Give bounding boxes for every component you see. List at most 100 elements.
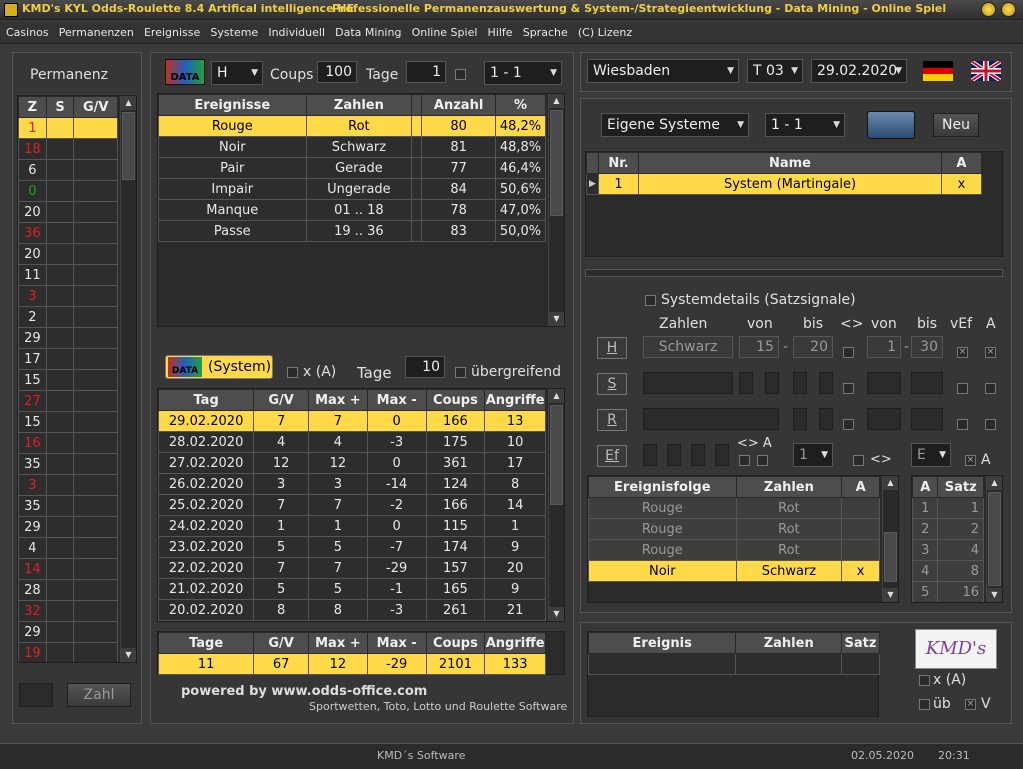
satz-row[interactable]: 34 [912,539,984,561]
col-coups[interactable]: Coups [425,389,486,411]
menu-lizenz[interactable]: (C) Lizenz [578,26,632,39]
day-row[interactable]: 20.02.2020 8 8 -3 261 21 [158,599,546,621]
s-vef-checkbox[interactable] [957,383,968,394]
ereignisfolge-row[interactable]: Rouge Rot [588,497,880,519]
menu-hilfe[interactable]: Hilfe [488,26,513,39]
permanenz-row[interactable]: 1 [18,117,118,139]
xa-checkbox[interactable] [919,675,930,686]
r-von[interactable] [793,408,807,430]
ef-input-3[interactable] [691,444,705,466]
permanenz-row[interactable]: 16 [18,432,118,454]
system-row[interactable]: ▶ 1 System (Martingale) x [585,173,983,195]
scroll-down-icon[interactable]: ▼ [121,648,136,662]
new-button[interactable]: Neu [933,113,979,137]
h-a-checkbox[interactable]: × [985,347,996,358]
uebergreifend-checkbox[interactable] [455,367,466,378]
permanenz-row[interactable]: 6 [18,159,118,181]
menu-permanenzen[interactable]: Permanenzen [59,26,134,39]
col-a[interactable]: A [940,152,983,174]
s-von-b[interactable] [793,372,807,394]
permanenz-row[interactable]: 36 [18,222,118,244]
event-row[interactable]: Passe 19 .. 36 83 50,0% [158,220,546,242]
permanenz-row[interactable]: 29 [18,516,118,538]
scroll-down-icon[interactable]: ▼ [987,588,1002,602]
satz-row[interactable]: 22 [912,518,984,540]
scroll-up-icon[interactable]: ▲ [549,94,564,108]
tage-checkbox[interactable] [455,69,466,80]
permanenz-row[interactable]: 15 [18,369,118,391]
permanenz-row[interactable]: 11 [18,264,118,286]
ef-e-dropdown[interactable]: E ▼ [911,443,951,467]
menu-sprache[interactable]: Sprache [523,26,568,39]
r-bis[interactable] [819,408,833,430]
scroll-up-icon[interactable]: ▲ [883,476,898,490]
day-row[interactable]: 23.02.2020 5 5 -7 174 9 [158,536,546,558]
table-dropdown[interactable]: T 03 ▼ [747,59,803,83]
minimize-button[interactable] [981,2,996,17]
scroll-up-icon[interactable]: ▲ [987,476,1002,490]
coups-input[interactable]: 100 [317,61,357,83]
ef-neq-checkbox[interactable] [739,455,750,466]
s-a-checkbox[interactable] [985,383,996,394]
h-von2[interactable]: 1 [867,336,901,358]
scroll-up-icon[interactable]: ▲ [121,96,136,110]
h-bis2[interactable]: 30 [911,336,943,358]
zahl-button[interactable]: Zahl [67,683,131,707]
permanenz-row[interactable]: 3 [18,474,118,496]
v-checkbox[interactable]: × [965,699,976,710]
system-button[interactable]: DATA (System) [165,355,273,379]
ef-input-1[interactable] [643,444,657,466]
s-neq-checkbox[interactable] [843,383,854,394]
col-gv[interactable]: G/V [253,389,309,411]
ereignisfolge-scrollbar[interactable]: ▲ ▼ [882,476,898,602]
col-zahlen[interactable]: Zahlen [735,476,843,498]
s-bis-b[interactable] [819,372,833,394]
s-von2[interactable] [867,372,901,394]
col-a[interactable]: A [841,476,880,498]
ereignisfolge-row[interactable]: Rouge Rot [588,518,880,540]
permanenz-row[interactable]: 29 [18,327,118,349]
s-button[interactable]: S [597,373,627,395]
s-bis2[interactable] [911,372,943,394]
col-angriffe[interactable]: Angriffe [484,389,546,411]
col-ereignis[interactable]: Ereignis [587,632,737,654]
permanenz-row[interactable]: 32 [18,600,118,622]
col-anzahl[interactable]: Anzahl [421,94,497,116]
scroll-thumb[interactable] [550,110,563,216]
col-zahlen[interactable]: Zahlen [305,94,413,116]
permanenz-row[interactable]: 4 [18,537,118,559]
powered-by[interactable]: powered by www.odds-office.com [181,684,427,699]
ueb-checkbox[interactable] [919,699,930,710]
ef-a2-checkbox[interactable]: × [965,455,976,466]
scroll-down-icon[interactable]: ▼ [549,607,564,621]
permanenz-row[interactable]: 14 [18,558,118,580]
tage-input[interactable]: 10 [405,356,445,378]
col-satz[interactable]: Satz [937,476,984,498]
col-name[interactable]: Name [638,152,942,174]
mode-dropdown[interactable]: H ▼ [211,61,263,85]
permanenz-scrollbar[interactable]: ▲ ▼ [120,96,136,662]
day-row[interactable]: 26.02.2020 3 3 -14 124 8 [158,473,546,495]
permanenz-row[interactable]: 17 [18,348,118,370]
r-zahlen[interactable] [643,408,779,430]
scroll-thumb[interactable] [550,405,563,505]
ef-button[interactable]: Ef [597,445,627,467]
tage-input[interactable]: 1 [406,61,446,83]
permanenz-row[interactable]: 27 [18,390,118,412]
permanenz-row[interactable]: 18 [18,138,118,160]
satz-row[interactable]: 11 [912,497,984,519]
menu-casinos[interactable]: Casinos [6,26,49,39]
r-von2[interactable] [867,408,901,430]
date-dropdown[interactable]: 29.02.2020 ▼ [811,59,907,83]
col-max-plus[interactable]: Max + [307,389,368,411]
permanenz-row[interactable]: 35 [18,495,118,517]
event-row[interactable]: Impair Ungerade 84 50,6% [158,178,546,200]
permanenz-row[interactable]: 28 [18,579,118,601]
menu-data-mining[interactable]: Data Mining [335,26,401,39]
systemdetails-checkbox[interactable] [645,295,656,306]
col-tag[interactable]: Tag [158,389,255,411]
menu-systeme[interactable]: Systeme [210,26,258,39]
r-bis2[interactable] [911,408,943,430]
uk-flag-icon[interactable] [971,61,1001,81]
ef-dropdown[interactable]: 1 ▼ [793,443,833,467]
